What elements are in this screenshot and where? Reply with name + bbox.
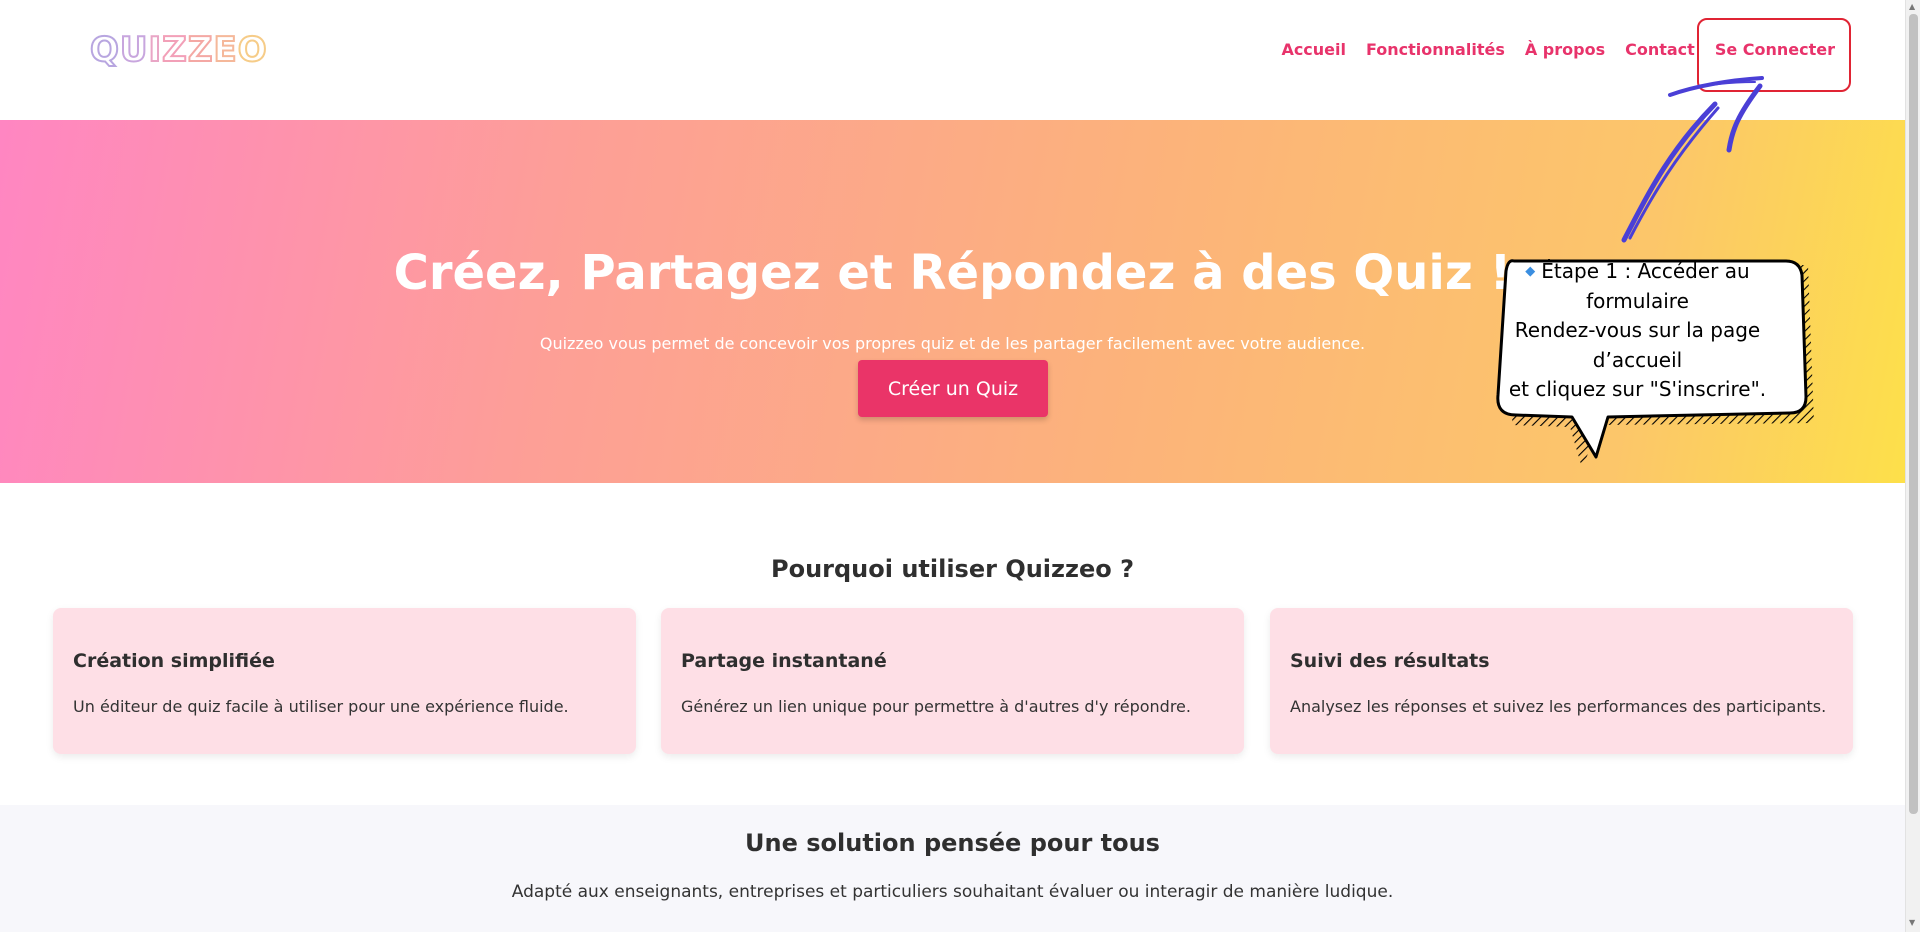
why-section-title: Pourquoi utiliser Quizzeo ?	[770, 555, 1135, 583]
nav-link-accueil[interactable]: Accueil	[1281, 40, 1346, 59]
logo-letter: Z	[161, 29, 188, 71]
scroll-up-arrow-icon[interactable]: ▲	[1909, 2, 1915, 11]
feature-card: Création simplifiée Un éditeur de quiz f…	[53, 608, 636, 754]
create-quiz-button[interactable]: Créer un Quiz	[858, 360, 1048, 417]
feature-card: Partage instantané Générez un lien uniqu…	[661, 608, 1244, 754]
logo-letter: O	[237, 29, 268, 71]
quizzeo-logo[interactable]: Q U I Z Z E O	[89, 29, 268, 71]
page-scrollbar[interactable]: ▲ ▼	[1905, 0, 1920, 932]
nav-link-a-propos[interactable]: À propos	[1525, 40, 1605, 59]
annotation-text: ◆ Étape 1 : Accéder au formulaire Rendez-…	[1500, 257, 1775, 405]
nav-link-fonctionnalites[interactable]: Fonctionnalités	[1366, 40, 1505, 59]
annotation-line: formulaire	[1586, 288, 1689, 313]
solution-title: Une solution pensée pour tous	[745, 829, 1160, 857]
feature-card-title: Partage instantané	[681, 650, 887, 672]
annotation-line: d’accueil	[1592, 347, 1683, 372]
nav-link-contact[interactable]: Contact	[1625, 40, 1695, 59]
feature-card: Suivi des résultats Analysez les réponse…	[1270, 608, 1853, 754]
solution-desc: Adapté aux enseignants, entreprises et p…	[511, 882, 1394, 902]
annotation-speech-bubble: ◆ Étape 1 : Accéder au formulaire Rendez-…	[1490, 255, 1820, 470]
small-blue-diamond-icon: ◆	[1525, 264, 1536, 279]
scrollbar-thumb[interactable]	[1909, 14, 1918, 814]
annotation-line: Rendez-vous sur la page	[1514, 318, 1761, 342]
logo-letter: I	[148, 29, 163, 71]
feature-card-desc: Analysez les réponses et suivez les perf…	[1290, 697, 1827, 716]
feature-card-desc: Un éditeur de quiz facile à utiliser pou…	[73, 697, 569, 716]
logo-letter: U	[119, 29, 149, 71]
logo-letter: Q	[89, 29, 120, 71]
page: Q U I Z Z E O Accueil Fonctionnalités À …	[0, 0, 1905, 932]
scroll-down-arrow-icon[interactable]: ▼	[1909, 918, 1915, 927]
feature-card-title: Suivi des résultats	[1290, 650, 1490, 672]
solution-section: Une solution pensée pour tous Adapté aux…	[0, 805, 1905, 932]
logo-letter: E	[212, 29, 238, 71]
logo-letter: Z	[187, 29, 214, 71]
feature-card-desc: Générez un lien unique pour permettre à …	[681, 697, 1191, 716]
annotation-line: Étape 1 : Accéder au	[1541, 259, 1750, 283]
feature-card-title: Création simplifiée	[73, 650, 275, 672]
annotation-line: et cliquez sur "S'inscrire".	[1508, 377, 1767, 401]
annotation-arrow-icon	[1621, 76, 1764, 243]
